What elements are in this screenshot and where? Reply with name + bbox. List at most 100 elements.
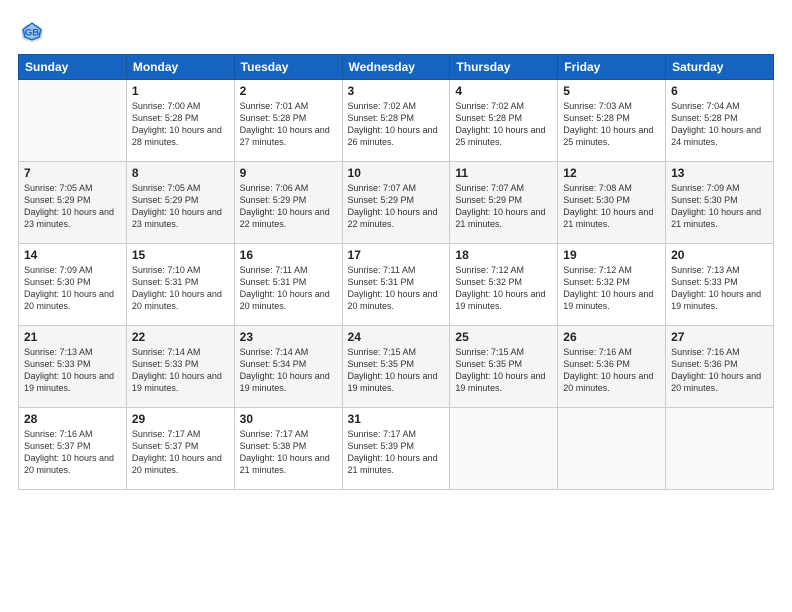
calendar-cell: 4 Sunrise: 7:02 AMSunset: 5:28 PMDaylight… [450, 80, 558, 162]
calendar-cell [666, 408, 774, 490]
weekday-header-sunday: Sunday [19, 55, 127, 80]
day-info: Sunrise: 7:13 AMSunset: 5:33 PMDaylight:… [24, 346, 121, 395]
day-number: 18 [455, 248, 552, 262]
day-info: Sunrise: 7:05 AMSunset: 5:29 PMDaylight:… [24, 182, 121, 231]
day-number: 25 [455, 330, 552, 344]
weekday-header-saturday: Saturday [666, 55, 774, 80]
weekday-header-monday: Monday [126, 55, 234, 80]
calendar-cell: 27Sunrise: 7:16 AMSunset: 5:36 PMDayligh… [666, 326, 774, 408]
day-info: Sunrise: 7:12 AMSunset: 5:32 PMDaylight:… [455, 264, 552, 313]
day-info: Sunrise: 7:14 AMSunset: 5:34 PMDaylight:… [240, 346, 337, 395]
day-number: 23 [240, 330, 337, 344]
day-number: 26 [563, 330, 660, 344]
day-info: Sunrise: 7:05 AMSunset: 5:29 PMDaylight:… [132, 182, 229, 231]
day-number: 2 [240, 84, 337, 98]
calendar-cell: 16 Sunrise: 7:11 AMSunset: 5:31 PMDayligh… [234, 244, 342, 326]
day-info: Sunrise: 7:15 AMSunset: 5:35 PMDaylight:… [348, 346, 445, 395]
day-number: 19 [563, 248, 660, 262]
calendar-table: SundayMondayTuesdayWednesdayThursdayFrid… [18, 54, 774, 490]
calendar-week-4: 21 Sunrise: 7:13 AMSunset: 5:33 PMDayligh… [19, 326, 774, 408]
day-number: 24 [348, 330, 445, 344]
day-info: Sunrise: 7:07 AMSunset: 5:29 PMDaylight:… [455, 182, 552, 231]
calendar-cell: 2 Sunrise: 7:01 AMSunset: 5:28 PMDaylight… [234, 80, 342, 162]
day-number: 10 [348, 166, 445, 180]
calendar-cell: 26 Sunrise: 7:16 AMSunset: 5:36 PMDayligh… [558, 326, 666, 408]
calendar-cell: 7 Sunrise: 7:05 AMSunset: 5:29 PMDaylight… [19, 162, 127, 244]
calendar-cell: 14 Sunrise: 7:09 AMSunset: 5:30 PMDayligh… [19, 244, 127, 326]
calendar-cell: 25 Sunrise: 7:15 AMSunset: 5:35 PMDayligh… [450, 326, 558, 408]
day-info: Sunrise: 7:10 AMSunset: 5:31 PMDaylight:… [132, 264, 229, 313]
calendar-cell: 6 Sunrise: 7:04 AMSunset: 5:28 PMDaylight… [666, 80, 774, 162]
calendar-cell [450, 408, 558, 490]
calendar-cell: 17Sunrise: 7:11 AMSunset: 5:31 PMDayligh… [342, 244, 450, 326]
day-info: Sunrise: 7:09 AMSunset: 5:30 PMDaylight:… [24, 264, 121, 313]
day-number: 29 [132, 412, 229, 426]
day-number: 7 [24, 166, 121, 180]
calendar-cell: 12 Sunrise: 7:08 AMSunset: 5:30 PMDayligh… [558, 162, 666, 244]
weekday-header-thursday: Thursday [450, 55, 558, 80]
weekday-header-row: SundayMondayTuesdayWednesdayThursdayFrid… [19, 55, 774, 80]
day-number: 21 [24, 330, 121, 344]
calendar-week-2: 7 Sunrise: 7:05 AMSunset: 5:29 PMDaylight… [19, 162, 774, 244]
day-number: 8 [132, 166, 229, 180]
day-info: Sunrise: 7:16 AMSunset: 5:37 PMDaylight:… [24, 428, 121, 477]
calendar-cell: 9 Sunrise: 7:06 AMSunset: 5:29 PMDaylight… [234, 162, 342, 244]
day-info: Sunrise: 7:17 AMSunset: 5:37 PMDaylight:… [132, 428, 229, 477]
calendar-cell: 24 Sunrise: 7:15 AMSunset: 5:35 PMDayligh… [342, 326, 450, 408]
calendar-cell: 15 Sunrise: 7:10 AMSunset: 5:31 PMDayligh… [126, 244, 234, 326]
day-number: 12 [563, 166, 660, 180]
calendar-cell: 22Sunrise: 7:14 AMSunset: 5:33 PMDayligh… [126, 326, 234, 408]
day-info: Sunrise: 7:01 AMSunset: 5:28 PMDaylight:… [240, 100, 337, 149]
day-number: 5 [563, 84, 660, 98]
day-number: 11 [455, 166, 552, 180]
day-number: 4 [455, 84, 552, 98]
day-info: Sunrise: 7:11 AMSunset: 5:31 PMDaylight:… [240, 264, 337, 313]
day-info: Sunrise: 7:06 AMSunset: 5:29 PMDaylight:… [240, 182, 337, 231]
calendar-cell: 10 Sunrise: 7:07 AMSunset: 5:29 PMDayligh… [342, 162, 450, 244]
day-number: 3 [348, 84, 445, 98]
calendar-week-5: 28 Sunrise: 7:16 AMSunset: 5:37 PMDayligh… [19, 408, 774, 490]
calendar-week-3: 14 Sunrise: 7:09 AMSunset: 5:30 PMDayligh… [19, 244, 774, 326]
day-number: 31 [348, 412, 445, 426]
calendar-cell: 20Sunrise: 7:13 AMSunset: 5:33 PMDayligh… [666, 244, 774, 326]
calendar-cell: 28 Sunrise: 7:16 AMSunset: 5:37 PMDayligh… [19, 408, 127, 490]
weekday-header-tuesday: Tuesday [234, 55, 342, 80]
day-info: Sunrise: 7:17 AMSunset: 5:38 PMDaylight:… [240, 428, 337, 477]
day-number: 9 [240, 166, 337, 180]
day-number: 15 [132, 248, 229, 262]
day-info: Sunrise: 7:02 AMSunset: 5:28 PMDaylight:… [455, 100, 552, 149]
header: GB [18, 18, 774, 46]
calendar-cell: 1Sunrise: 7:00 AMSunset: 5:28 PMDaylight… [126, 80, 234, 162]
day-number: 28 [24, 412, 121, 426]
weekday-header-wednesday: Wednesday [342, 55, 450, 80]
calendar-cell: 23 Sunrise: 7:14 AMSunset: 5:34 PMDayligh… [234, 326, 342, 408]
day-info: Sunrise: 7:04 AMSunset: 5:28 PMDaylight:… [671, 100, 768, 149]
day-info: Sunrise: 7:07 AMSunset: 5:29 PMDaylight:… [348, 182, 445, 231]
calendar-cell: 21 Sunrise: 7:13 AMSunset: 5:33 PMDayligh… [19, 326, 127, 408]
calendar-cell: 11 Sunrise: 7:07 AMSunset: 5:29 PMDayligh… [450, 162, 558, 244]
day-number: 16 [240, 248, 337, 262]
logo-icon: GB [18, 18, 46, 46]
calendar-cell: 31Sunrise: 7:17 AMSunset: 5:39 PMDayligh… [342, 408, 450, 490]
day-number: 13 [671, 166, 768, 180]
day-number: 14 [24, 248, 121, 262]
calendar-week-1: 1Sunrise: 7:00 AMSunset: 5:28 PMDaylight… [19, 80, 774, 162]
day-number: 30 [240, 412, 337, 426]
calendar-cell: 8 Sunrise: 7:05 AMSunset: 5:29 PMDaylight… [126, 162, 234, 244]
logo: GB [18, 18, 50, 46]
day-info: Sunrise: 7:14 AMSunset: 5:33 PMDaylight:… [132, 346, 229, 395]
weekday-header-friday: Friday [558, 55, 666, 80]
page: GB SundayMondayTuesdayWednesdayThursdayF… [0, 0, 792, 612]
day-number: 6 [671, 84, 768, 98]
day-info: Sunrise: 7:16 AMSunset: 5:36 PMDaylight:… [563, 346, 660, 395]
day-info: Sunrise: 7:15 AMSunset: 5:35 PMDaylight:… [455, 346, 552, 395]
day-info: Sunrise: 7:08 AMSunset: 5:30 PMDaylight:… [563, 182, 660, 231]
calendar-cell: 3Sunrise: 7:02 AMSunset: 5:28 PMDaylight… [342, 80, 450, 162]
day-number: 17 [348, 248, 445, 262]
calendar-cell: 29 Sunrise: 7:17 AMSunset: 5:37 PMDayligh… [126, 408, 234, 490]
calendar-cell [558, 408, 666, 490]
calendar-cell: 30 Sunrise: 7:17 AMSunset: 5:38 PMDayligh… [234, 408, 342, 490]
calendar-cell: 5Sunrise: 7:03 AMSunset: 5:28 PMDaylight… [558, 80, 666, 162]
day-info: Sunrise: 7:13 AMSunset: 5:33 PMDaylight:… [671, 264, 768, 313]
day-info: Sunrise: 7:16 AMSunset: 5:36 PMDaylight:… [671, 346, 768, 395]
